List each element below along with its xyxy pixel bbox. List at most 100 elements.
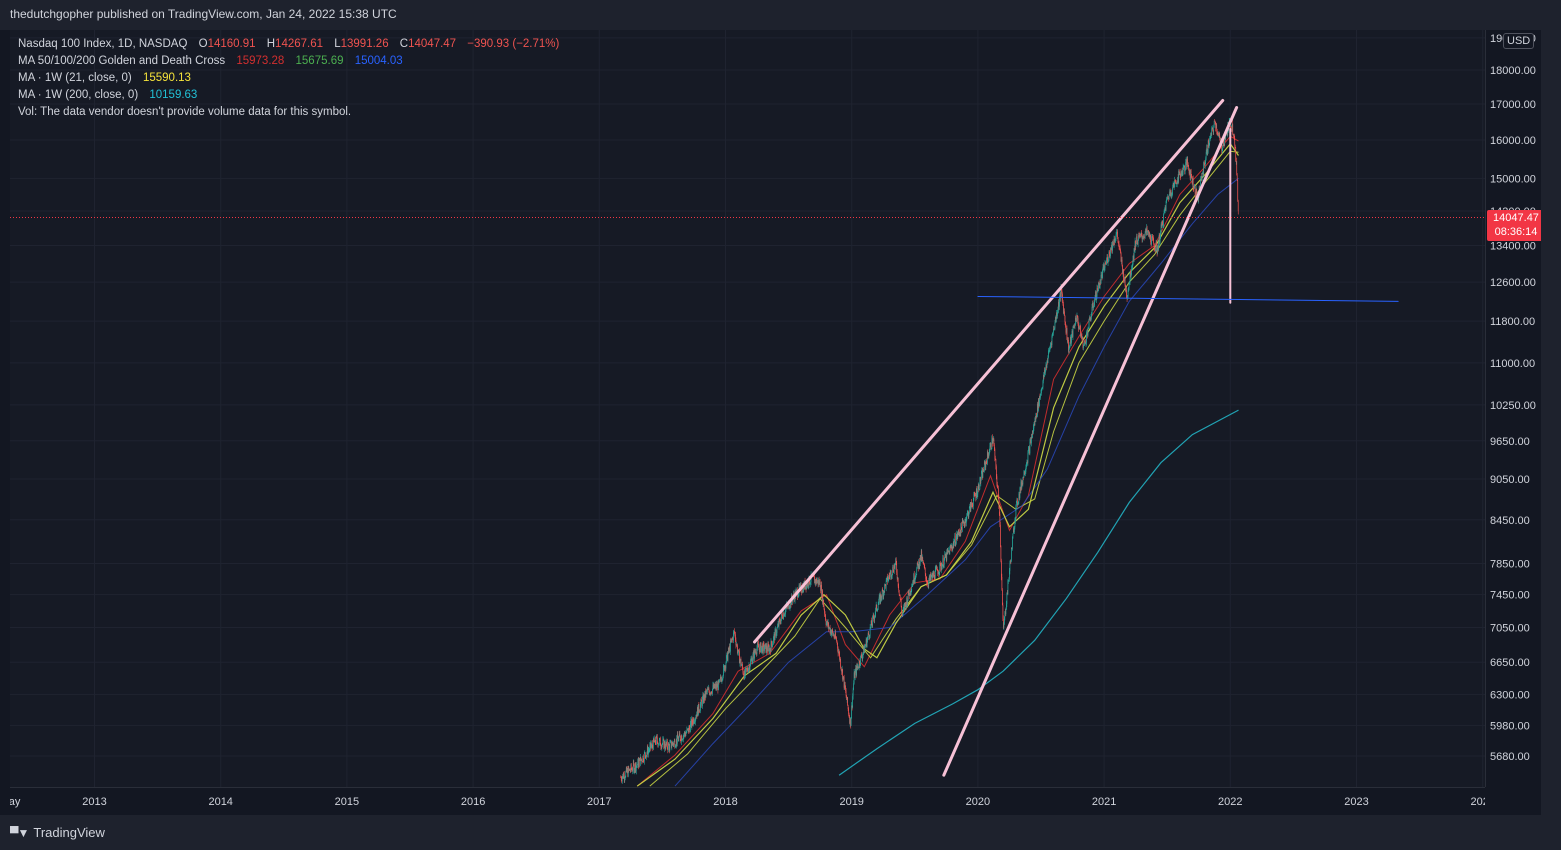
candle-body: [1144, 232, 1146, 238]
candle-body: [852, 689, 854, 697]
candle-body: [1237, 201, 1239, 212]
candle-body: [1005, 609, 1007, 615]
candle-body: [669, 743, 671, 750]
legend-ma-cross-row[interactable]: MA 50/100/200 Golden and Death Cross 159…: [18, 53, 559, 70]
candle-body: [678, 737, 680, 741]
candle-body: [656, 737, 658, 742]
last-price-value: 14047.47: [1493, 212, 1539, 224]
legend-ma1w21-row[interactable]: MA · 1W (21, close, 0) 15590.13: [18, 70, 559, 87]
candle-body: [1131, 268, 1132, 275]
time-tick-label: 2023: [1344, 796, 1368, 808]
price-tick-label: 13400.00: [1490, 241, 1536, 253]
price-tick-label: 9650.00: [1490, 436, 1530, 448]
support-line: [977, 295, 1399, 302]
candle-body: [1137, 240, 1139, 245]
footer-brand: TradingView: [33, 825, 105, 840]
chart-canvas[interactable]: [10, 30, 1485, 787]
price-tick-label: 16000.00: [1490, 135, 1536, 147]
time-scale-labels: May 2013 2014 2015 2016 2017 2018 2019 2020 2021 2…: [0, 796, 1495, 808]
currency-badge[interactable]: USD: [1503, 33, 1535, 49]
time-tick-label: 2022: [1218, 796, 1242, 808]
candle-body: [644, 752, 646, 756]
candle-body: [764, 649, 765, 651]
upper-trendline: [753, 99, 1225, 644]
candle-body: [1211, 128, 1213, 136]
price-tick-label: 11000.00: [1490, 358, 1535, 370]
candle-body: [1064, 315, 1066, 322]
price-tick-label: 12600.00: [1490, 277, 1536, 289]
candle-body: [1176, 183, 1178, 185]
candle-body: [723, 665, 724, 676]
legend-ma-cross-label: MA 50/100/200 Golden and Death Cross: [18, 55, 226, 67]
legend-ma1w200-row[interactable]: MA · 1W (200, close, 0) 10159.63: [18, 87, 559, 104]
candle-body: [1172, 187, 1173, 194]
candle-body: [1029, 441, 1031, 454]
candle-body: [1064, 311, 1065, 316]
candle-body: [776, 627, 778, 634]
candle-body: [1232, 123, 1234, 135]
time-tick-label: 2016: [461, 796, 485, 808]
footer: ▀▼ TradingView: [0, 815, 1561, 850]
candle-body: [1059, 298, 1060, 307]
candle-body: [1153, 238, 1154, 244]
legend-ma50: 15973.28: [236, 55, 285, 67]
candle-body: [1235, 147, 1237, 162]
ma100-line: [649, 150, 1239, 787]
time-tick-label: 2020: [966, 796, 990, 808]
tradingview-logo[interactable]: ▀▼ TradingView: [10, 825, 105, 840]
price-tick-label: 7450.00: [1490, 590, 1530, 602]
candle-body: [850, 717, 852, 726]
candle-body: [1003, 624, 1005, 628]
candle-body: [1087, 328, 1089, 336]
legend-symbol-row[interactable]: Nasdaq 100 Index, 1D, NASDAQ O14160.91 H…: [18, 36, 559, 53]
price-tick-label: 5980.00: [1490, 720, 1530, 732]
legend-ma100: 15675.69: [295, 55, 344, 67]
legend-ma1w200-label: MA · 1W (200, close, 0): [18, 89, 139, 101]
candle-body: [899, 595, 901, 599]
legend-vol-row[interactable]: Vol: The data vendor doesn't provide vol…: [18, 104, 559, 121]
candle-body: [1237, 180, 1239, 202]
chart-pane[interactable]: [10, 30, 1485, 787]
candle-body: [758, 647, 760, 648]
legend-open-label: O: [198, 38, 208, 50]
candle-body: [702, 698, 703, 707]
candle-body: [1163, 214, 1164, 225]
candle-body: [1088, 318, 1090, 329]
candle-body: [725, 662, 727, 669]
time-scale[interactable]: May 2013 2014 2015 2016 2017 2018 2019 2020 2021 2…: [0, 787, 1495, 816]
price-tick-label: 8450.00: [1490, 515, 1530, 527]
candle-body: [916, 568, 918, 575]
ma200-line: [674, 177, 1239, 787]
price-tick-label: 7050.00: [1490, 622, 1530, 634]
price-tick-label: 9050.00: [1490, 474, 1530, 486]
price-tick-label: 6650.00: [1490, 657, 1530, 669]
publish-header: thedutchgopher published on TradingView.…: [0, 0, 1561, 30]
legend-vol-note: Vol: The data vendor doesn't provide vol…: [18, 106, 352, 118]
candle-body: [772, 644, 773, 647]
candle-body: [840, 659, 841, 668]
candle-body: [877, 604, 879, 610]
legend-high-label: H: [266, 38, 276, 50]
last-price-badge: 14047.47 08:36:14: [1487, 210, 1545, 241]
price-scale[interactable]: 5680.00 5980.00 6300.00 6650.00 7050.00 7450.…: [1485, 30, 1542, 787]
legend-ma200: 15004.03: [354, 55, 403, 67]
time-tick-label: 2014: [208, 796, 232, 808]
price-tick-label: 18000.00: [1490, 65, 1536, 77]
price-tick-label: 7850.00: [1490, 559, 1530, 571]
candle-body: [1143, 235, 1145, 238]
candle-body: [847, 697, 848, 706]
candle-body: [1124, 276, 1126, 286]
time-tick-label: 2018: [713, 796, 737, 808]
candle-body: [1117, 231, 1118, 238]
legend-open: 14160.91: [207, 38, 256, 50]
publish-text: thedutchgopher published on TradingView.…: [10, 7, 397, 21]
legend-ma1w200: 10159.63: [149, 89, 198, 101]
candle-body: [1011, 548, 1012, 562]
candle-body: [924, 567, 926, 574]
candle-body: [1012, 538, 1013, 550]
candle-body: [1201, 173, 1203, 181]
candle-body: [750, 660, 751, 666]
candle-body: [771, 641, 772, 645]
time-tick-label: 2024: [1470, 796, 1485, 808]
candle-body: [1072, 326, 1074, 337]
